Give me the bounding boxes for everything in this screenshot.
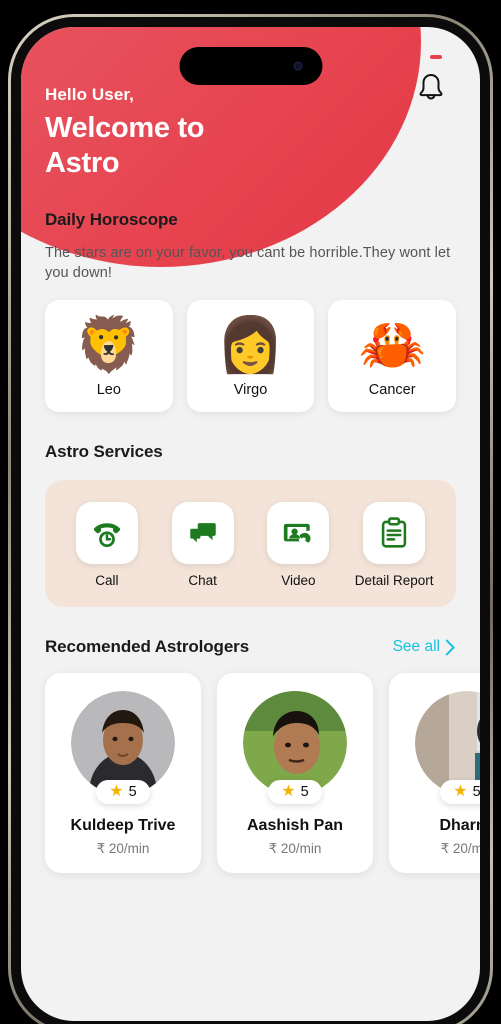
- astrologer-price: ₹ 20/min: [96, 841, 150, 857]
- see-all-label: See all: [392, 638, 440, 656]
- service-label: Call: [95, 572, 119, 588]
- service-tile: [267, 501, 330, 564]
- astrologer-price: ₹ 20/min: [440, 841, 480, 857]
- status-indicator-dot: [430, 55, 442, 59]
- woman-icon: 👩: [216, 314, 285, 375]
- chat-bubbles-icon: [189, 522, 216, 543]
- services-section: Astro Services Call Chat Video Detail Re…: [21, 412, 480, 608]
- chevron-right-icon: [445, 639, 455, 656]
- phone-frame: Hello User, Welcome to Astro Daily Horos…: [8, 14, 493, 1024]
- horoscope-section: Daily Horoscope The stars are on your fa…: [21, 182, 480, 284]
- service-item-call[interactable]: Call: [67, 501, 147, 589]
- zodiac-card-leo[interactable]: 🦁 Leo: [45, 299, 173, 412]
- zodiac-card-cancer[interactable]: 🦀 Cancer: [328, 299, 457, 412]
- phone-clock-icon: [93, 523, 120, 548]
- horoscope-title: Daily Horoscope: [45, 209, 178, 229]
- rating-badge: ★ 5: [96, 780, 150, 805]
- services-title: Astro Services: [45, 441, 163, 461]
- service-item-video[interactable]: Video: [258, 501, 338, 589]
- rating-badge: ★ 5: [440, 780, 480, 805]
- astrologer-card-row: ★ 5 Kuldeep Trive ₹ 20/min ★ 5 Aashish P…: [21, 657, 480, 874]
- service-label: Video: [281, 572, 316, 588]
- zodiac-label: Leo: [96, 381, 121, 398]
- rating-value: 5: [128, 784, 137, 801]
- horoscope-description: The stars are on your favor, you cant be…: [45, 244, 451, 282]
- phone-bezel: Hello User, Welcome to Astro Daily Horos…: [11, 17, 490, 1024]
- recommended-title: Recomended Astrologers: [45, 637, 250, 657]
- astrologer-price: ₹ 20/min: [268, 841, 322, 857]
- service-tile: [75, 501, 138, 564]
- rating-value: 5: [300, 784, 309, 801]
- greeting-text: Hello User,: [45, 85, 134, 104]
- clipboard-icon: [381, 517, 407, 548]
- zodiac-label: Virgo: [233, 381, 268, 398]
- video-call-icon: [284, 523, 311, 543]
- zodiac-card-row: 🦁 Leo 👩 Virgo 🦀 Cancer: [21, 284, 480, 412]
- astrologer-card[interactable]: ★ 5 Kuldeep Trive ₹ 20/min: [45, 673, 201, 874]
- app-screen: Hello User, Welcome to Astro Daily Horos…: [21, 27, 480, 1021]
- zodiac-card-virgo[interactable]: 👩 Virgo: [186, 299, 315, 412]
- recommended-header: Recomended Astrologers See all: [21, 607, 480, 657]
- screenshot-stage: Hello User, Welcome to Astro Daily Horos…: [0, 0, 501, 1024]
- page-title: Welcome to Astro: [45, 112, 205, 180]
- dynamic-island: [179, 47, 322, 85]
- service-tile: [171, 501, 234, 564]
- service-label: Chat: [188, 572, 217, 588]
- astrologer-name: Aashish Pan: [246, 817, 344, 835]
- service-item-detail-report[interactable]: Detail Report: [354, 501, 434, 589]
- rating-badge: ★ 5: [268, 780, 322, 805]
- astrologer-name: Dharmi: [439, 817, 480, 835]
- bell-icon: [419, 73, 443, 100]
- crab-icon: 🦀: [358, 314, 426, 375]
- astrologer-name: Kuldeep Trive: [70, 817, 176, 835]
- service-item-chat[interactable]: Chat: [163, 501, 243, 589]
- service-tile: [363, 501, 426, 564]
- star-icon: ★: [281, 783, 296, 801]
- zodiac-label: Cancer: [368, 381, 416, 398]
- front-camera-icon: [293, 61, 302, 71]
- services-panel: Call Chat Video Detail Report: [45, 479, 456, 608]
- star-icon: ★: [453, 783, 468, 801]
- astrologer-card[interactable]: ★ 5 Aashish Pan ₹ 20/min: [217, 673, 373, 874]
- see-all-link[interactable]: See all: [393, 638, 456, 656]
- app-content: Hello User, Welcome to Astro Daily Horos…: [21, 27, 480, 1021]
- rating-value: 5: [472, 784, 480, 801]
- star-icon: ★: [109, 783, 124, 801]
- lion-icon: 🦁: [75, 314, 143, 375]
- astrologer-card[interactable]: ★ 5 Dharmi ₹ 20/min: [389, 673, 480, 874]
- notification-button[interactable]: [408, 65, 454, 111]
- service-label: Detail Report: [354, 572, 434, 588]
